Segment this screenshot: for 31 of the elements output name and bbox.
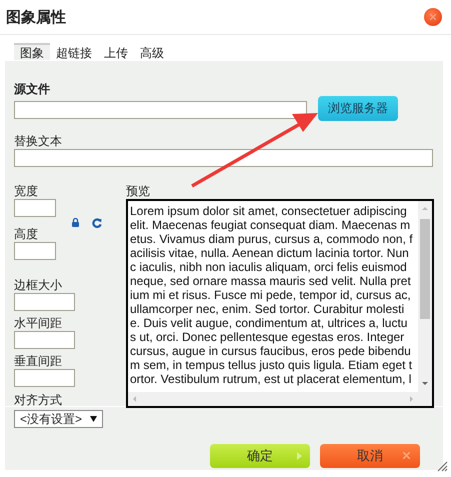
align-dropdown[interactable]: <没有设置> — [14, 410, 103, 428]
window-title: 图象属性 — [6, 8, 66, 26]
cancel-button[interactable]: 取消 — [320, 444, 420, 468]
vertical-spacing-field[interactable] — [14, 369, 75, 387]
height-field[interactable] — [14, 242, 56, 260]
field-label: 替换文本 — [14, 134, 63, 148]
dropdown-arrow-icon — [90, 416, 97, 422]
field-label: 源文件 — [14, 82, 51, 96]
close-icon — [403, 452, 410, 459]
close-button[interactable] — [424, 8, 442, 26]
border-size-field[interactable] — [14, 293, 75, 311]
field-label: 预览 — [126, 184, 151, 198]
field-label: 垂直间距 — [14, 354, 63, 368]
source-file-field[interactable] — [14, 101, 307, 119]
field-label: 水平间距 — [14, 316, 63, 330]
resize-grip-icon[interactable] — [436, 460, 448, 472]
tab[interactable]: 图象 — [14, 43, 50, 60]
field-label: 高度 — [14, 227, 39, 241]
close-icon — [430, 14, 436, 20]
alt-text-field[interactable] — [14, 149, 433, 167]
horizontal-spacing-field[interactable] — [14, 331, 75, 349]
lock-icon[interactable] — [72, 218, 79, 227]
field-label: 边框大小 — [14, 278, 63, 292]
refresh-icon[interactable] — [92, 218, 102, 228]
field-label: 对齐方式 — [14, 393, 63, 407]
ok-button[interactable]: 确定 — [210, 444, 310, 468]
field-label: 宽度 — [14, 184, 39, 198]
width-field[interactable] — [14, 199, 56, 217]
preview-text: Lorem ipsum dolor sit amet, consectetuer adipiscing elit. Maecenas feugiat consequat diam. Maecenas m etus. Vivamus diam purus, cursus a, commodo non, f acilisis vitae, nulla. Aenean dictum lacinia tortor. Nun c iaculis, nibh non iaculis aliquam, orci felis euismod neque, sed ornare massa mauris sed velit. Nulla pret ium mi et risus. Fusce mi pede, tempor id, cursus ac, ullamcorper nec, enim. Sed tortor. Curabitur molesti e. Duis velit augue, condimentum at, ultrices a, luctu s ut, orci. Donec pellentesque egestas eros. Integer cursus, augue in cursus faucibus, eros pede bibendu m sem, in tempus tellus justo quis ligula. Etiam eget t ortor. Vestibulum rutrum, est ut placerat elementum, l — [129, 203, 414, 388]
caret-icon — [297, 452, 302, 460]
browse-server-button[interactable]: 浏览服务器 — [318, 96, 398, 121]
